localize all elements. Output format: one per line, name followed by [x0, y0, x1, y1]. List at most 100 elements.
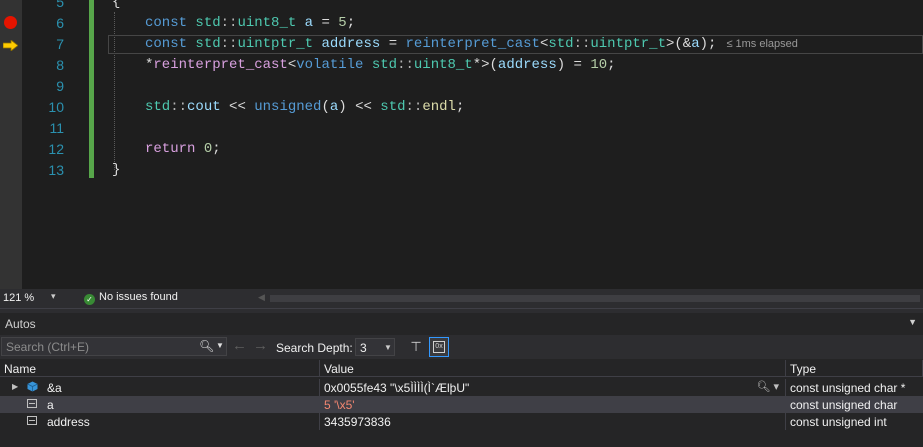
- token: <: [287, 57, 297, 73]
- code-line-12[interactable]: return 0;: [145, 139, 221, 160]
- token: <<: [220, 99, 255, 115]
- token: a: [304, 15, 314, 31]
- scroll-left-icon[interactable]: ◀: [258, 292, 265, 303]
- field-icon: [27, 416, 37, 425]
- line-number: 8: [56, 57, 64, 73]
- search-previous-icon[interactable]: ←: [232, 337, 247, 354]
- search-depth-value: 3: [360, 341, 367, 355]
- hex-display-toggle[interactable]: 0x: [429, 337, 449, 357]
- panel-title: Autos: [5, 317, 36, 331]
- line-number: 10: [48, 99, 64, 115]
- column-header-name[interactable]: Name: [0, 360, 320, 377]
- hex-icon: 0x: [433, 341, 445, 353]
- text-visualizer-icon[interactable]: 🔍︎ ▾: [756, 380, 779, 393]
- search-depth-dropdown[interactable]: 3 ▼: [355, 338, 395, 356]
- search-input[interactable]: [6, 339, 191, 354]
- code-line-7[interactable]: const std::uintptr_t address = reinterpr…: [145, 34, 798, 55]
- chevron-down-icon: ▼: [384, 343, 392, 352]
- code-line-10[interactable]: std::cout << unsigned(a) << std::endl;: [145, 97, 464, 118]
- autos-window: Autos ▼ 🔍︎ ▼ ← → Search Depth: 3 ▼ ⊤ 0x …: [0, 313, 923, 447]
- object-icon: [27, 381, 38, 392]
- token: ) =: [556, 57, 591, 73]
- token: 5: [338, 15, 347, 31]
- token: ;: [455, 99, 465, 115]
- token: a: [691, 36, 700, 52]
- line-number: 13: [48, 162, 64, 178]
- token: ::: [397, 57, 414, 73]
- token: address: [321, 36, 381, 52]
- token: uintptr_t: [590, 36, 666, 52]
- token: ::: [405, 99, 423, 115]
- token: std: [380, 99, 406, 115]
- token: ;: [346, 15, 356, 31]
- field-icon: [27, 399, 37, 408]
- variable-value: 0x0055fe43 "\x5ÌÌÌÌ(Ì`ÆlþU": [324, 381, 470, 395]
- token: const: [145, 36, 188, 52]
- token: address: [497, 57, 557, 73]
- code-editor[interactable]: 5 6 7 8 9 10 11 12 13 { const std::uint8…: [0, 0, 923, 289]
- perf-tip-elapsed[interactable]: ≤ 1ms elapsed: [726, 38, 797, 50]
- issues-label: No issues found: [99, 291, 178, 303]
- breakpoint-icon[interactable]: [4, 16, 17, 29]
- chevron-down-icon[interactable]: ▼: [216, 341, 224, 350]
- column-header-type[interactable]: Type: [786, 360, 923, 377]
- search-icon[interactable]: 🔍︎: [199, 339, 214, 353]
- horizontal-scrollbar[interactable]: [270, 295, 920, 302]
- table-row[interactable]: a 5 '\x5' const unsigned char: [0, 396, 923, 413]
- token: volatile: [296, 57, 364, 73]
- issues-indicator[interactable]: ✓ No issues found: [84, 291, 178, 305]
- variable-value: 3435973836: [324, 415, 391, 429]
- token: reinterpret_cast: [153, 57, 288, 73]
- token: uint8_t: [413, 57, 473, 73]
- variable-type: const unsigned char: [790, 398, 898, 412]
- line-number: 9: [56, 78, 64, 94]
- brace: }: [112, 162, 121, 178]
- header-label: Value: [324, 362, 354, 376]
- code-line-6[interactable]: const std::uint8_t a = 5;: [145, 13, 355, 34]
- variable-value-changed: 5 '\x5': [324, 398, 355, 412]
- token: ;: [212, 141, 221, 157]
- token: endl: [422, 99, 456, 115]
- zoom-value: 121 %: [3, 292, 35, 304]
- editor-status-bar: 121 % ▾ ✓ No issues found ◀: [0, 289, 923, 308]
- search-depth-label: Search Depth:: [276, 341, 353, 355]
- token: ::: [220, 15, 238, 31]
- token: const: [145, 15, 188, 31]
- current-statement-arrow-icon: [3, 40, 18, 51]
- variable-type: const unsigned char *: [790, 381, 906, 395]
- line-number: 11: [49, 120, 64, 136]
- table-row[interactable]: address 3435973836 const unsigned int: [0, 413, 923, 430]
- token: <<: [346, 99, 381, 115]
- pin-filter-icon[interactable]: ⊤: [408, 339, 424, 355]
- token: std: [195, 36, 221, 52]
- token: ::: [220, 36, 238, 52]
- autos-toolbar: 🔍︎ ▼ ← → Search Depth: 3 ▼ ⊤ 0x: [0, 335, 923, 359]
- token: ): [338, 99, 347, 115]
- line-number: 7: [56, 36, 64, 52]
- token: std: [145, 99, 171, 115]
- search-next-icon[interactable]: →: [253, 337, 268, 354]
- code-line-8[interactable]: *reinterpret_cast<volatile std::uint8_t*…: [145, 55, 616, 76]
- chevron-down-icon: ▾: [51, 291, 56, 301]
- search-box[interactable]: 🔍︎ ▼: [1, 337, 227, 356]
- window-position-icon[interactable]: ▼: [908, 317, 917, 327]
- code-line-13[interactable]: }: [112, 160, 120, 181]
- token: *>(: [472, 57, 498, 73]
- expand-arrow-icon[interactable]: ▶: [12, 382, 18, 391]
- column-header-value[interactable]: Value: [320, 360, 786, 377]
- table-row[interactable]: ▶ &a 0x0055fe43 "\x5ÌÌÌÌ(Ì`ÆlþU" 🔍︎ ▾ co…: [0, 379, 923, 396]
- change-tracking-bar: [89, 0, 94, 178]
- token: std: [195, 15, 221, 31]
- token: cout: [187, 99, 221, 115]
- token: ;: [607, 57, 616, 73]
- zoom-dropdown[interactable]: 121 % ▾: [3, 291, 58, 305]
- variable-name: address: [47, 415, 90, 429]
- brace: {: [112, 0, 121, 10]
- code-line-5[interactable]: {: [112, 0, 120, 13]
- variable-type: const unsigned int: [790, 415, 887, 429]
- line-number: 12: [48, 141, 64, 157]
- token: 10: [590, 57, 608, 73]
- token: (: [321, 99, 330, 115]
- token: uint8_t: [237, 15, 297, 31]
- token: std: [371, 57, 398, 73]
